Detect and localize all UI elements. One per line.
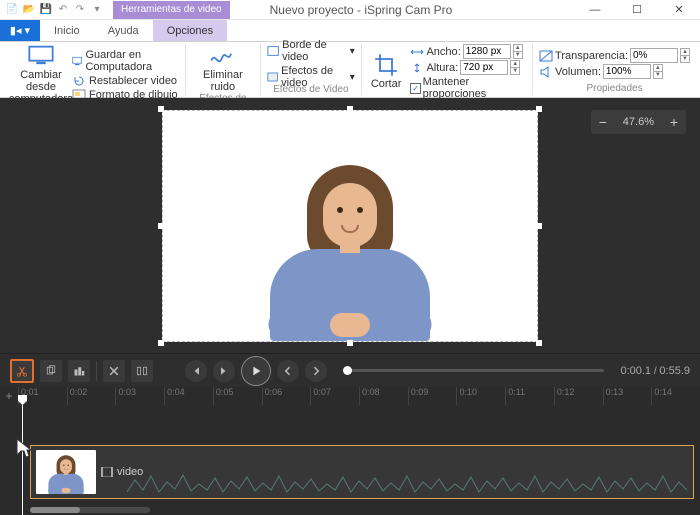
ruler-tick: 0:12 bbox=[554, 387, 603, 405]
noise-icon bbox=[209, 44, 237, 68]
height-input[interactable] bbox=[460, 60, 508, 75]
guardar-button[interactable]: Guardar en Computadora bbox=[72, 48, 179, 74]
qat-redo-icon[interactable]: ↷ bbox=[72, 2, 88, 18]
resize-handle[interactable] bbox=[536, 223, 542, 229]
file-tab[interactable]: ▮◂ ▾ bbox=[0, 20, 40, 41]
resize-handle[interactable] bbox=[347, 106, 353, 112]
seek-bar[interactable] bbox=[343, 369, 604, 372]
eliminar-label: Eliminar ruido bbox=[192, 69, 254, 93]
restablecer-button[interactable]: Restablecer video bbox=[72, 74, 179, 88]
tab-opciones[interactable]: Opciones bbox=[153, 20, 227, 41]
app-title: Nuevo proyecto - iSpring Cam Pro bbox=[230, 3, 574, 17]
ruler-tick: 0:07 bbox=[310, 387, 359, 405]
qat-dropdown-icon[interactable]: ▾ bbox=[89, 2, 105, 18]
clip-icon bbox=[101, 467, 113, 477]
zoom-out-button[interactable]: − bbox=[591, 114, 615, 130]
resize-handle[interactable] bbox=[536, 106, 542, 112]
zoom-value: 47.6% bbox=[615, 116, 662, 128]
clip-thumbnail bbox=[36, 450, 96, 494]
ruler-tick: 0:09 bbox=[408, 387, 457, 405]
qat-undo-icon[interactable]: ↶ bbox=[55, 2, 71, 18]
zoom-in-button[interactable]: + bbox=[662, 114, 686, 130]
cambiar-desde-computadora-button[interactable]: Cambiar desde computadora bbox=[10, 44, 72, 105]
ruler-tick: 0:11 bbox=[505, 387, 554, 405]
preview-viewport: − 47.6% + bbox=[0, 98, 700, 353]
border-icon bbox=[267, 45, 279, 57]
effects-icon bbox=[267, 71, 278, 83]
qat-new-icon[interactable]: 📄 bbox=[4, 2, 20, 18]
width-input[interactable] bbox=[463, 44, 511, 59]
waveform bbox=[127, 470, 687, 496]
minimize-button[interactable]: — bbox=[574, 0, 616, 20]
ruler-tick: 0:10 bbox=[456, 387, 505, 405]
add-track-button[interactable]: + bbox=[2, 389, 16, 403]
split-tool-button[interactable] bbox=[131, 360, 153, 382]
eliminar-ruido-button[interactable]: Eliminar ruido bbox=[192, 44, 254, 93]
ruler-tick: 0:03 bbox=[115, 387, 164, 405]
cut-tool-button[interactable] bbox=[10, 359, 34, 383]
ruler-tick: 0:04 bbox=[164, 387, 213, 405]
ruler-tick: 0:08 bbox=[359, 387, 408, 405]
timeline-ruler[interactable]: + 0:010:020:030:040:050:060:070:080:090:… bbox=[0, 387, 700, 405]
width-icon bbox=[410, 47, 424, 57]
next-frame-button[interactable] bbox=[213, 360, 235, 382]
width-spinner[interactable]: ▲▼ bbox=[513, 44, 523, 59]
video-track[interactable]: video bbox=[30, 445, 694, 499]
timeline[interactable]: video bbox=[0, 405, 700, 515]
resize-handle[interactable] bbox=[158, 223, 164, 229]
save-icon bbox=[72, 55, 82, 67]
crop-tool-button[interactable] bbox=[68, 360, 90, 382]
resize-handle[interactable] bbox=[158, 106, 164, 112]
play-button[interactable] bbox=[241, 356, 271, 386]
cortar-label: Cortar bbox=[371, 78, 402, 90]
video-canvas[interactable] bbox=[162, 110, 538, 342]
copy-tool-button[interactable] bbox=[40, 360, 62, 382]
time-display: 0:00.1 / 0:55.9 bbox=[620, 365, 690, 377]
zoom-control: − 47.6% + bbox=[591, 110, 686, 134]
step-back-button[interactable] bbox=[277, 360, 299, 382]
qat-open-icon[interactable]: 📂 bbox=[21, 2, 37, 18]
group-efectos-label: Efectos de Video bbox=[267, 84, 355, 96]
tab-ayuda[interactable]: Ayuda bbox=[94, 20, 153, 41]
ruler-tick: 0:06 bbox=[262, 387, 311, 405]
resize-handle[interactable] bbox=[536, 340, 542, 346]
height-spinner[interactable]: ▲▼ bbox=[510, 60, 520, 75]
maximize-button[interactable]: ☐ bbox=[616, 0, 658, 20]
volume-icon bbox=[539, 66, 553, 78]
seek-thumb[interactable] bbox=[343, 366, 352, 375]
ruler-tick: 0:14 bbox=[651, 387, 700, 405]
step-fwd-button[interactable] bbox=[305, 360, 327, 382]
volume-spinner[interactable]: ▲▼ bbox=[653, 64, 663, 79]
crop-icon bbox=[372, 53, 400, 77]
timeline-scrollbar[interactable] bbox=[30, 507, 150, 513]
reset-icon bbox=[72, 75, 86, 87]
computer-icon bbox=[27, 44, 55, 68]
prev-frame-button[interactable] bbox=[185, 360, 207, 382]
ruler-tick: 0:13 bbox=[603, 387, 652, 405]
transparency-icon bbox=[539, 50, 553, 62]
height-icon bbox=[410, 63, 424, 73]
group-propiedades-label: Propiedades bbox=[539, 83, 690, 95]
transparency-spinner[interactable]: ▲▼ bbox=[680, 48, 690, 63]
aspect-checkbox[interactable]: ✓ bbox=[410, 83, 420, 94]
delete-tool-button[interactable] bbox=[103, 360, 125, 382]
cortar-button[interactable]: Cortar bbox=[368, 44, 405, 100]
transparency-input[interactable] bbox=[630, 48, 678, 63]
ruler-tick: 0:02 bbox=[67, 387, 116, 405]
volume-input[interactable] bbox=[603, 64, 651, 79]
tab-inicio[interactable]: Inicio bbox=[40, 20, 94, 41]
close-button[interactable]: ✕ bbox=[658, 0, 700, 20]
qat-save-icon[interactable]: 💾 bbox=[38, 2, 54, 18]
context-tab-label: Herramientas de video bbox=[113, 1, 230, 19]
resize-handle[interactable] bbox=[347, 340, 353, 346]
borde-video-button[interactable]: Borde de video ▾ bbox=[267, 38, 355, 64]
resize-handle[interactable] bbox=[158, 340, 164, 346]
ruler-tick: 0:05 bbox=[213, 387, 262, 405]
cursor-icon bbox=[14, 437, 34, 466]
